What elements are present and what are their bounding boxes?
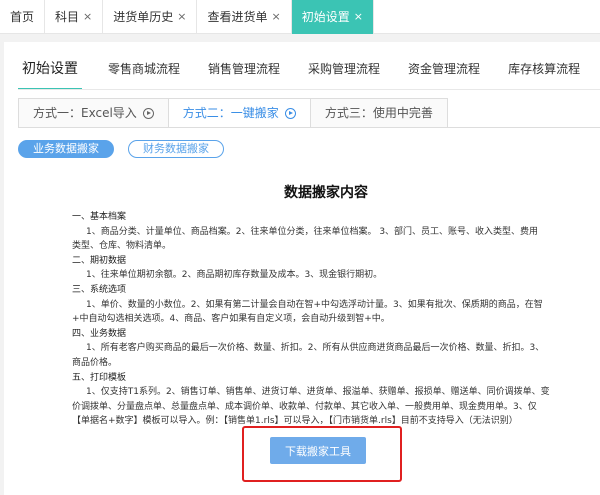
process-tab[interactable]: 资金管理流程 — [408, 54, 480, 89]
top-tab[interactable]: 进货单历史 × — [103, 0, 198, 34]
top-tab-label: 进货单历史 — [113, 10, 174, 24]
top-tab-label: 科目 — [55, 10, 80, 24]
top-tab-label: 查看进货单 — [207, 10, 268, 24]
top-tab[interactable]: 科目 × — [45, 0, 104, 34]
data-move-content: 数据搬家内容 一、基本档案 1、商品分类、计量单位、商品档案。2、往来单位分类，往… — [4, 182, 600, 426]
close-icon[interactable]: × — [354, 0, 363, 34]
import-mode-label: 方式二：一键搬家 — [182, 105, 279, 120]
process-tab[interactable]: 库存核算流程 — [508, 54, 580, 89]
import-mode-tab[interactable]: 方式三：使用中完善 — [309, 98, 448, 128]
section-heading: 四、业务数据 — [72, 328, 127, 339]
import-mode-label: 方式三：使用中完善 — [324, 105, 433, 120]
top-tab[interactable]: 首页 — [0, 0, 46, 34]
section-text: 商品价格。 — [72, 357, 118, 368]
section-text: 1、商品分类、计量单位、商品档案。2、往来单位分类，往来单位档案。 3、部门、员… — [86, 226, 539, 237]
content-body: 一、基本档案 1、商品分类、计量单位、商品档案。2、往来单位分类，往来单位档案。 … — [72, 210, 578, 429]
download-highlight-box: 下载搬家工具 — [242, 426, 402, 482]
import-mode-tab[interactable]: 方式二：一键搬家 — [167, 98, 311, 128]
section-text: 1、单价、数量的小数位。2、如果有第二计量会自动在智+中勾选浮动计量。3、如果有… — [86, 299, 543, 310]
section-text: 1、仅支持T1系列。2、销售订单、销售单、进货订单、进货单、报溢单、获赠单、报损… — [86, 387, 550, 398]
top-tab-label: 首页 — [10, 10, 35, 24]
content-title: 数据搬家内容 — [284, 185, 368, 201]
close-icon[interactable]: × — [272, 0, 281, 34]
section-text: +中自动勾选相关选项。4、商品、客户如果有自定义项，会自动升级到智+中。 — [72, 314, 390, 325]
close-icon[interactable]: × — [177, 0, 186, 34]
section-text: 价调拨单、分量盘点单、总量盘点单、成本调价单、收款单、付款单、其它收入单、一般费… — [72, 401, 537, 412]
mode-tabs-divider — [18, 127, 600, 128]
business-data-move-pill[interactable]: 业务数据搬家 — [18, 140, 114, 158]
process-tab[interactable]: 采购管理流程 — [308, 54, 380, 89]
download-tool-button[interactable]: 下载搬家工具 — [270, 437, 366, 464]
process-tab[interactable]: 销售管理流程 — [208, 54, 280, 89]
process-tab[interactable]: 零售商城流程 — [108, 54, 180, 89]
section-text: 类型、仓库、物料清单。 — [72, 241, 172, 252]
process-tab[interactable]: 初始设置 — [18, 54, 82, 89]
play-circle-icon[interactable] — [142, 107, 154, 119]
top-tab-label: 初始设置 — [301, 10, 350, 24]
data-type-switch: 业务数据搬家 财务数据搬家 — [18, 140, 238, 158]
section-heading: 三、系统选项 — [72, 284, 127, 295]
section-heading: 一、基本档案 — [72, 212, 127, 222]
process-nav-tabs: 初始设置零售商城流程销售管理流程采购管理流程资金管理流程库存核算流程营销管理 — [18, 54, 600, 90]
section-text: 1、所有老客户购买商品的最后一次价格、数量、折扣。2、所有从供应商进货商品最后一… — [86, 343, 545, 354]
top-tab[interactable]: 查看进货单 × — [197, 0, 292, 34]
import-mode-label: 方式一：Excel导入 — [33, 105, 137, 120]
close-icon[interactable]: × — [83, 0, 92, 34]
section-heading: 二、期初数据 — [72, 255, 127, 266]
finance-data-move-pill[interactable]: 财务数据搬家 — [128, 140, 224, 158]
top-tab[interactable]: 初始设置 × — [291, 0, 374, 34]
section-heading: 五、打印模板 — [72, 372, 127, 383]
section-text: 1、往来单位期初余额。2、商品期初库存数量及成本。3、现金银行期初。 — [86, 270, 383, 281]
play-circle-icon[interactable] — [284, 107, 296, 119]
import-mode-tab[interactable]: 方式一：Excel导入 — [18, 98, 169, 128]
top-tab-bar: 首页 科目 × 进货单历史 × 查看进货单 × 初始设置 × — [0, 0, 600, 34]
import-mode-tabs: 方式一：Excel导入 方式二：一键搬家 方式三：使用中完善 — [18, 98, 448, 128]
